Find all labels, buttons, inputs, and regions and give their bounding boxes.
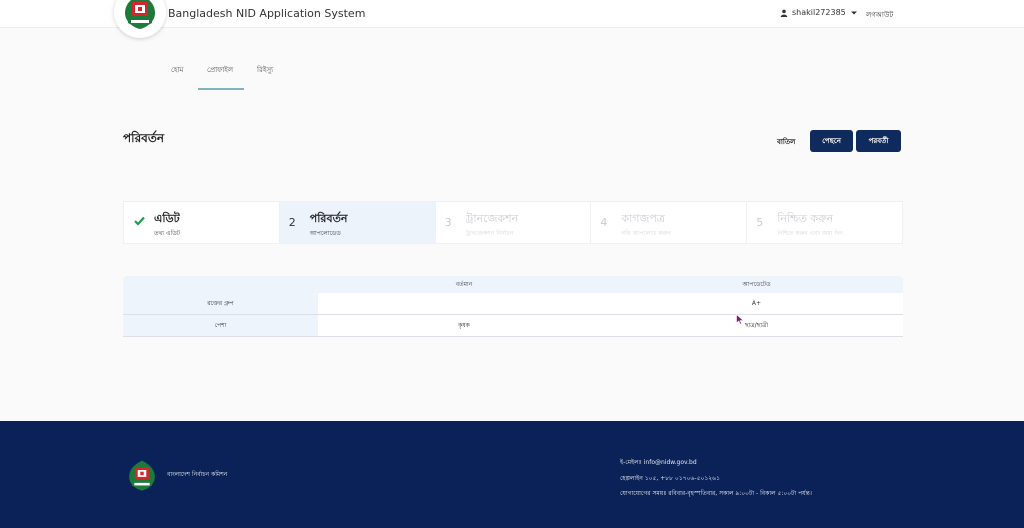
step-documents: 4 কাগজপত্র নথি আপলোড করুন <box>591 202 748 243</box>
step-subtitle: তথ্য এডিট <box>154 230 181 237</box>
ec-emblem-icon <box>125 0 155 29</box>
step-confirm: 5 নিশ্চিত করুন নিশ্চিত করুন এবং জমা দিন <box>747 202 902 243</box>
user-menu[interactable]: shakil272385 <box>780 8 858 17</box>
step-title: ট্রানজেকশন <box>465 212 519 225</box>
tab-reissue[interactable]: রিইস্যু <box>257 64 273 76</box>
table-row: পেশা কৃষক ছাত্র/ছাত্রী <box>123 315 903 337</box>
footer-email[interactable]: ই-মেইলঃ info@nidw.gov.bd <box>620 457 697 468</box>
tab-profile[interactable]: প্রোফাইল <box>207 64 233 76</box>
mouse-cursor-icon <box>736 314 744 325</box>
page-title: পরিবর্তন <box>123 131 165 145</box>
app-title: Bangladesh NID Application System <box>168 7 366 20</box>
footer-org-name: বাংলাদেশ নির্বাচন কমিশন <box>167 471 228 478</box>
table-row: রক্তের গ্রুপ A+ <box>123 293 903 315</box>
step-number: 3 <box>444 216 452 229</box>
updated-value: A+ <box>610 293 903 314</box>
step-title: এডিট <box>154 212 180 225</box>
row-label: রক্তের গ্রুপ <box>123 293 318 314</box>
step-title: কাগজপত্র <box>621 212 665 225</box>
caret-down-icon <box>850 11 857 14</box>
ec-logo[interactable] <box>114 0 166 38</box>
step-subtitle: আপলোডেড <box>309 230 341 237</box>
header-cell-current: বর্তমান <box>455 281 473 288</box>
header-cell-updated: আপডেটেড <box>742 281 771 288</box>
logout-link[interactable]: লগআউট <box>866 9 893 21</box>
updated-value: ছাত্র/ছাত্রী <box>610 315 903 336</box>
site-footer: বাংলাদেশ নির্বাচন কমিশন ই-মেইলঃ info@nid… <box>0 421 1024 528</box>
current-value: কৃষক <box>318 315 610 336</box>
header-cell-field <box>123 276 318 293</box>
step-transaction: 3 ট্রানজেকশন ট্রানজেকশন নির্বাচন <box>436 202 592 243</box>
step-number: 5 <box>756 216 764 229</box>
footer-hotline: হেল্পলাইন ১০৫, +৮৮ ০১৭০৬-৫০১২৬১ <box>620 475 720 482</box>
step-subtitle: ট্রানজেকশন নির্বাচন <box>465 230 514 237</box>
footer-hours: যোগাযোগের সময়ঃ রবিবার-বৃহস্পতিবার, সকাল… <box>620 490 812 497</box>
username: shakil272385 <box>792 8 846 17</box>
step-edit[interactable]: এডিট তথ্য এডিট <box>124 202 280 243</box>
ec-footer-emblem-icon <box>129 460 155 491</box>
check-icon <box>134 216 145 226</box>
cancel-button[interactable]: বাতিল <box>777 136 795 148</box>
step-subtitle: নথি আপলোড করুন <box>621 230 671 237</box>
comparison-table: বর্তমান আপডেটেড রক্তের গ্রুপ A+ পেশা কৃষ… <box>123 276 903 337</box>
table-header: বর্তমান আপডেটেড <box>123 276 903 293</box>
row-label: পেশা <box>123 315 318 336</box>
current-value <box>318 293 610 314</box>
tab-home[interactable]: হোম <box>171 64 183 76</box>
progress-stepper: এডিট তথ্য এডিট 2 পরিবর্তন আপলোডেড 3 ট্রা… <box>123 201 903 244</box>
step-change[interactable]: 2 পরিবর্তন আপলোডেড <box>279 202 436 243</box>
next-button[interactable]: পরবর্তী <box>856 130 901 152</box>
user-icon <box>780 9 788 17</box>
step-title: পরিবর্তন <box>309 212 348 225</box>
step-title: নিশ্চিত করুন <box>777 212 834 225</box>
step-number: 2 <box>288 216 296 229</box>
step-number: 4 <box>600 216 608 229</box>
active-tab-indicator <box>198 88 244 90</box>
step-subtitle: নিশ্চিত করুন এবং জমা দিন <box>777 230 843 237</box>
back-button[interactable]: পেছনে <box>810 130 853 152</box>
